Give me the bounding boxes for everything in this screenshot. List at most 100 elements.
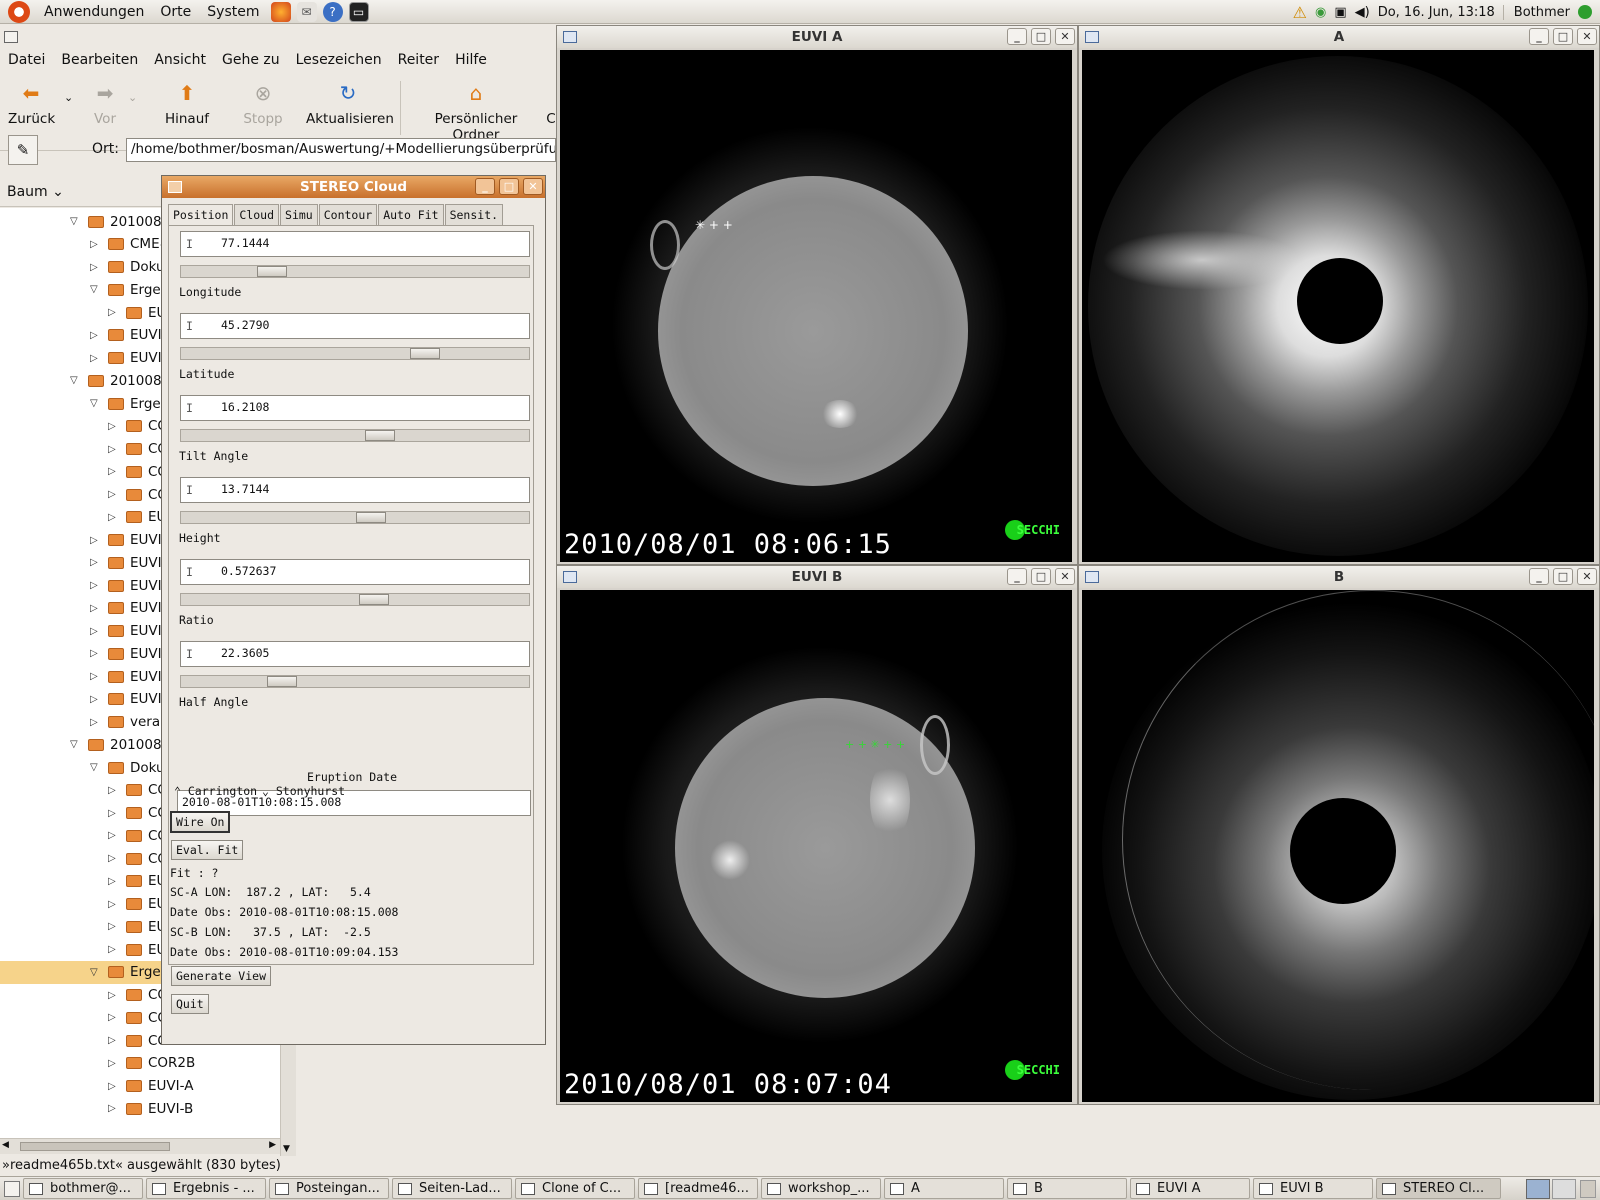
- tree-item[interactable]: ▷ COR2B: [0, 1052, 280, 1075]
- collapsed-triangle-icon[interactable]: ▷: [108, 876, 120, 887]
- collapsed-triangle-icon[interactable]: ▷: [108, 785, 120, 796]
- expanded-triangle-icon[interactable]: ▽: [90, 398, 102, 409]
- collapsed-triangle-icon[interactable]: ▷: [108, 830, 120, 841]
- collapsed-triangle-icon[interactable]: ▷: [90, 671, 102, 682]
- tab-sensit[interactable]: Sensit.: [444, 204, 504, 225]
- param-slider[interactable]: [180, 347, 530, 360]
- collapsed-triangle-icon[interactable]: ▷: [108, 444, 120, 455]
- tab-simu[interactable]: Simu: [280, 204, 318, 225]
- collapsed-triangle-icon[interactable]: ▷: [90, 717, 102, 728]
- minimize-icon[interactable]: _: [1007, 568, 1027, 585]
- help-launcher-icon[interactable]: ?: [322, 1, 343, 22]
- taskbar-button[interactable]: EUVI A: [1130, 1178, 1250, 1199]
- stereo-cloud-titlebar[interactable]: STEREO Cloud _ □ ✕: [162, 176, 545, 198]
- scroll-down-icon[interactable]: ▼: [283, 1144, 290, 1154]
- collapsed-triangle-icon[interactable]: ▷: [108, 421, 120, 432]
- maximize-icon[interactable]: □: [1031, 28, 1051, 45]
- menu-file[interactable]: Datei: [0, 52, 53, 68]
- menu-edit[interactable]: Bearbeiten: [53, 52, 146, 68]
- menu-go[interactable]: Gehe zu: [214, 52, 288, 68]
- param-input[interactable]: I 77.1444: [180, 231, 530, 257]
- taskbar-button[interactable]: [readme46...: [638, 1178, 758, 1199]
- cor-b-titlebar[interactable]: B _ □ ✕: [1079, 566, 1599, 588]
- menu-applications[interactable]: Anwendungen: [36, 4, 152, 20]
- scroll-left-icon[interactable]: ◀: [2, 1140, 9, 1150]
- euvi-b-titlebar[interactable]: EUVI B _ □ ✕: [557, 566, 1077, 588]
- collapsed-triangle-icon[interactable]: ▷: [108, 990, 120, 1001]
- param-input[interactable]: I 0.572637: [180, 559, 530, 585]
- minimize-icon[interactable]: _: [1529, 568, 1549, 585]
- clock[interactable]: Do, 16. Jun, 13:18: [1378, 5, 1495, 20]
- euvi-a-image[interactable]: ✳ + + 2010/08/01 08:06:15 SECCHI: [560, 50, 1072, 562]
- mail-launcher-icon[interactable]: ✉: [296, 1, 317, 22]
- window-icon[interactable]: [168, 181, 182, 193]
- slider-knob[interactable]: [365, 430, 395, 441]
- eval-fit-button[interactable]: Eval. Fit: [171, 840, 244, 860]
- collapsed-triangle-icon[interactable]: ▷: [108, 512, 120, 523]
- tree-horizontal-scrollbar[interactable]: ◀ ▶: [0, 1138, 280, 1154]
- maximize-icon[interactable]: □: [1031, 568, 1051, 585]
- window-icon[interactable]: [563, 571, 577, 583]
- reload-button[interactable]: ↻ Aktualisieren: [306, 81, 394, 127]
- euvi-a-titlebar[interactable]: EUVI A _ □ ✕: [557, 26, 1077, 48]
- tab-position[interactable]: Position: [168, 204, 234, 225]
- stonyhurst-radio[interactable]: ⌄ Stonyhurst: [262, 784, 345, 798]
- display-icon[interactable]: ▣: [1334, 5, 1346, 20]
- minimize-icon[interactable]: _: [1007, 28, 1027, 45]
- param-slider[interactable]: [180, 593, 530, 606]
- expanded-triangle-icon[interactable]: ▽: [70, 216, 82, 227]
- collapsed-triangle-icon[interactable]: ▷: [90, 557, 102, 568]
- toggle-location-edit-icon[interactable]: ✎: [8, 135, 38, 165]
- expanded-triangle-icon[interactable]: ▽: [90, 967, 102, 978]
- generate-view-button[interactable]: Generate View: [171, 966, 272, 986]
- stop-button[interactable]: ⊗ Stopp: [242, 81, 284, 127]
- maximize-icon[interactable]: □: [1553, 28, 1573, 45]
- tree-item[interactable]: ▷ EUVI-A: [0, 1075, 280, 1098]
- close-icon[interactable]: ✕: [1055, 28, 1075, 45]
- warning-icon[interactable]: ⚠: [1293, 3, 1307, 22]
- collapsed-triangle-icon[interactable]: ▷: [90, 603, 102, 614]
- collapsed-triangle-icon[interactable]: ▷: [108, 944, 120, 955]
- collapsed-triangle-icon[interactable]: ▷: [108, 1058, 120, 1069]
- taskbar-button[interactable]: STEREO Cl...: [1376, 1178, 1501, 1199]
- firefox-launcher-icon[interactable]: [270, 1, 291, 22]
- show-desktop-icon[interactable]: [4, 1180, 20, 1197]
- taskbar-button[interactable]: A: [884, 1178, 1004, 1199]
- ubuntu-logo-icon[interactable]: [8, 0, 30, 23]
- cor-b-image[interactable]: [1082, 590, 1594, 1102]
- param-slider[interactable]: [180, 675, 530, 688]
- location-input[interactable]: /home/bothmer/bosman/Auswertung/+Modelli…: [126, 138, 556, 162]
- collapsed-triangle-icon[interactable]: ▷: [90, 626, 102, 637]
- menu-view[interactable]: Ansicht: [146, 52, 214, 68]
- user-name[interactable]: Bothmer: [1502, 4, 1570, 20]
- param-input[interactable]: I 22.3605: [180, 641, 530, 667]
- minimize-icon[interactable]: _: [475, 178, 495, 195]
- taskbar-button[interactable]: Ergebnis - ...: [146, 1178, 266, 1199]
- param-slider[interactable]: [180, 429, 530, 442]
- collapsed-triangle-icon[interactable]: ▷: [108, 921, 120, 932]
- window-icon[interactable]: [1085, 571, 1099, 583]
- param-slider[interactable]: [180, 265, 530, 278]
- collapsed-triangle-icon[interactable]: ▷: [90, 239, 102, 250]
- cor-a-titlebar[interactable]: A _ □ ✕: [1079, 26, 1599, 48]
- forward-button[interactable]: ➡ Vor: [90, 81, 120, 127]
- cor-a-image[interactable]: [1082, 50, 1594, 562]
- back-button[interactable]: ⬅ Zurück: [8, 81, 55, 127]
- wire-toggle-button[interactable]: Wire On: [170, 811, 231, 833]
- taskbar-button[interactable]: bothmer@...: [23, 1178, 143, 1199]
- close-icon[interactable]: ✕: [523, 178, 543, 195]
- close-icon[interactable]: ✕: [1055, 568, 1075, 585]
- taskbar-button[interactable]: Seiten-Lad...: [392, 1178, 512, 1199]
- collapsed-triangle-icon[interactable]: ▷: [108, 853, 120, 864]
- taskbar-button[interactable]: Posteingan...: [269, 1178, 389, 1199]
- trash-icon[interactable]: [1580, 1179, 1596, 1198]
- collapsed-triangle-icon[interactable]: ▷: [90, 262, 102, 273]
- scroll-thumb[interactable]: [20, 1142, 170, 1151]
- taskbar-button[interactable]: EUVI B: [1253, 1178, 1373, 1199]
- cut-button[interactable]: C: [546, 81, 556, 127]
- param-input[interactable]: I 45.2790: [180, 313, 530, 339]
- expanded-triangle-icon[interactable]: ▽: [90, 762, 102, 773]
- collapsed-triangle-icon[interactable]: ▷: [108, 466, 120, 477]
- taskbar-button[interactable]: Clone of C...: [515, 1178, 635, 1199]
- terminal-launcher-icon[interactable]: ▭: [348, 1, 369, 22]
